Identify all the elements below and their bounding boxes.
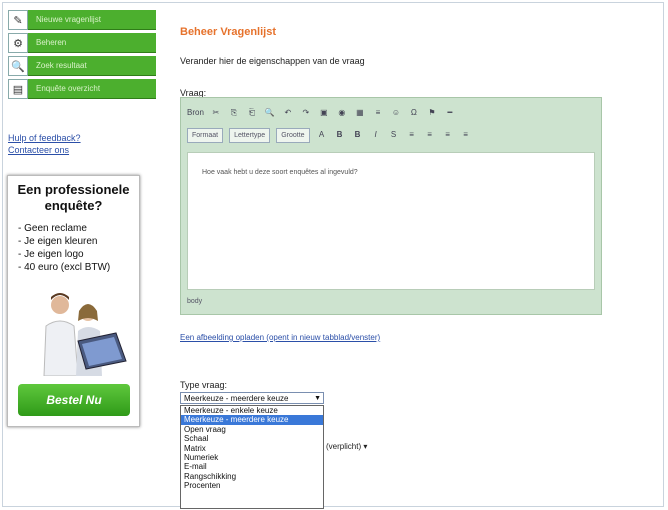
editor-toolbar-row1: Bron ✂ ⎘ ⎗ 🔍 ↶ ↷ ▣ ◉ ▦ ≡ ☺ Ω ⚑ ━ [181, 102, 601, 124]
question-type-label: Type vraag: [180, 380, 228, 390]
people-with-laptop-image [43, 293, 127, 376]
toolbar-button[interactable]: ≡ [442, 129, 454, 141]
dropdown-option[interactable]: Schaal [181, 434, 323, 443]
page-title: Beheer Vragenlijst [180, 26, 276, 38]
toolbar-button[interactable]: ⎘ [228, 107, 240, 119]
toolbar-button[interactable]: ↷ [300, 107, 312, 119]
sidebar-item-manage[interactable]: ⚙ Beheren [8, 33, 156, 53]
toolbar-button[interactable]: ▦ [354, 107, 366, 119]
toolbar-button[interactable]: ≡ [460, 129, 472, 141]
toolbar-select[interactable]: Formaat [187, 127, 224, 143]
promo-bullet: - Je eigen logo [18, 249, 84, 260]
toolbar-button[interactable]: ◉ [336, 107, 348, 119]
promo-list: - Geen reclame - Je eigen kleuren - Je e… [18, 222, 139, 274]
editor-content-text: Hoe vaak hebt u deze soort enquêtes al i… [202, 169, 358, 176]
toolbar-button[interactable]: I [370, 129, 382, 141]
dropdown-option[interactable]: Meerkeuze - meerdere keuze [181, 415, 323, 425]
sidebar-item-label: Zoek resultaat [28, 56, 156, 76]
contact-link[interactable]: Contacteer ons [8, 144, 81, 156]
dropdown-option[interactable]: Open vraag [181, 425, 323, 434]
toolbar-button[interactable]: S [388, 129, 400, 141]
sidebar-item-new-questionnaire[interactable]: ✎ Nieuwe vragenlijst [8, 10, 156, 30]
required-select-partial[interactable]: (verplicht) ▾ [326, 442, 367, 451]
sidebar-item-survey-overview[interactable]: ▤ Enquête overzicht [8, 79, 156, 99]
toolbar-button[interactable]: ≡ [424, 129, 436, 141]
sidebar-item-label: Nieuwe vragenlijst [28, 10, 156, 30]
toolbar-button[interactable]: ━ [444, 107, 456, 119]
sidebar-item-icon: ▤ [8, 79, 28, 99]
sidebar-item-label: Enquête overzicht [28, 79, 156, 99]
help-feedback-link[interactable]: Hulp of feedback? [8, 132, 81, 144]
toolbar-select[interactable]: Lettertype [229, 127, 271, 143]
sidebar-item-label: Beheren [28, 33, 156, 53]
dropdown-option[interactable]: Procenten [181, 481, 323, 490]
question-type-selected-value: Meerkeuze - meerdere keuze [184, 394, 289, 403]
chevron-down-icon: ▼ [314, 395, 321, 402]
toolbar-button[interactable]: Ω [408, 107, 420, 119]
toolbar-button[interactable]: ✂ [210, 107, 222, 119]
toolbar-button[interactable]: A [316, 129, 328, 141]
toolbar-button[interactable]: ☺ [390, 107, 402, 119]
promo-title: Een professionele enquête? [17, 182, 130, 213]
dropdown-option[interactable]: Rangschikking [181, 472, 323, 481]
toolbar-button[interactable]: ▣ [318, 107, 330, 119]
toolbar-button[interactable]: ≡ [372, 107, 384, 119]
question-type-select[interactable]: Meerkeuze - meerdere keuze ▼ [180, 392, 324, 404]
sidebar-item-icon: ⚙ [8, 33, 28, 53]
promo-bullet: - 40 euro (excl BTW) [18, 262, 111, 273]
toolbar-button[interactable]: B [334, 129, 346, 141]
toolbar-select[interactable]: Grootte [276, 127, 310, 143]
help-links: Hulp of feedback? Contacteer ons [8, 132, 81, 156]
toolbar-button[interactable]: ≡ [406, 129, 418, 141]
toolbar-button[interactable]: ⚑ [426, 107, 438, 119]
dropdown-option[interactable]: Matrix [181, 444, 323, 453]
rich-text-editor: Bron ✂ ⎘ ⎗ 🔍 ↶ ↷ ▣ ◉ ▦ ≡ ☺ Ω ⚑ ━ Formaat Lettertype Groo… [180, 97, 602, 315]
toolbar-button[interactable]: B [352, 129, 364, 141]
editor-toolbar-row2: Formaat Lettertype Grootte A B B I S ≡ ≡ ≡ ≡ [181, 124, 601, 146]
editor-status-path: body [187, 298, 203, 305]
sidebar-nav: ✎ Nieuwe vragenlijst ⚙ Beheren 🔍 Zoek resulta… [8, 10, 156, 102]
toolbar-button[interactable]: ↶ [282, 107, 294, 119]
editor-content-area[interactable]: Hoe vaak hebt u deze soort enquêtes al i… [187, 152, 595, 290]
toolbar-button[interactable]: Bron [187, 107, 204, 119]
sidebar-item-search-results[interactable]: 🔍 Zoek resultaat [8, 56, 156, 76]
toolbar-button[interactable]: ⎗ [246, 107, 258, 119]
question-type-dropdown: Meerkeuze - enkele keuze Meerkeuze - meer… [180, 405, 324, 509]
upload-image-link[interactable]: Een afbeelding opladen (opent in nieuw t… [180, 333, 380, 342]
intro-text: Verander hier de eigenschappen van de vr… [180, 56, 365, 66]
dropdown-option[interactable]: E-mail [181, 462, 323, 471]
order-now-button[interactable]: Bestel Nu [18, 384, 130, 416]
sidebar-item-icon: 🔍 [8, 56, 28, 76]
promo-bullet: - Geen reclame [18, 223, 87, 234]
toolbar-button[interactable]: 🔍 [264, 107, 276, 119]
dropdown-option[interactable]: Numeriek [181, 453, 323, 462]
promo-box: Een professionele enquête? - Geen reclam… [7, 175, 140, 427]
promo-bullet: - Je eigen kleuren [18, 236, 98, 247]
sidebar-item-icon: ✎ [8, 10, 28, 30]
dropdown-option[interactable]: Meerkeuze - enkele keuze [181, 406, 323, 415]
